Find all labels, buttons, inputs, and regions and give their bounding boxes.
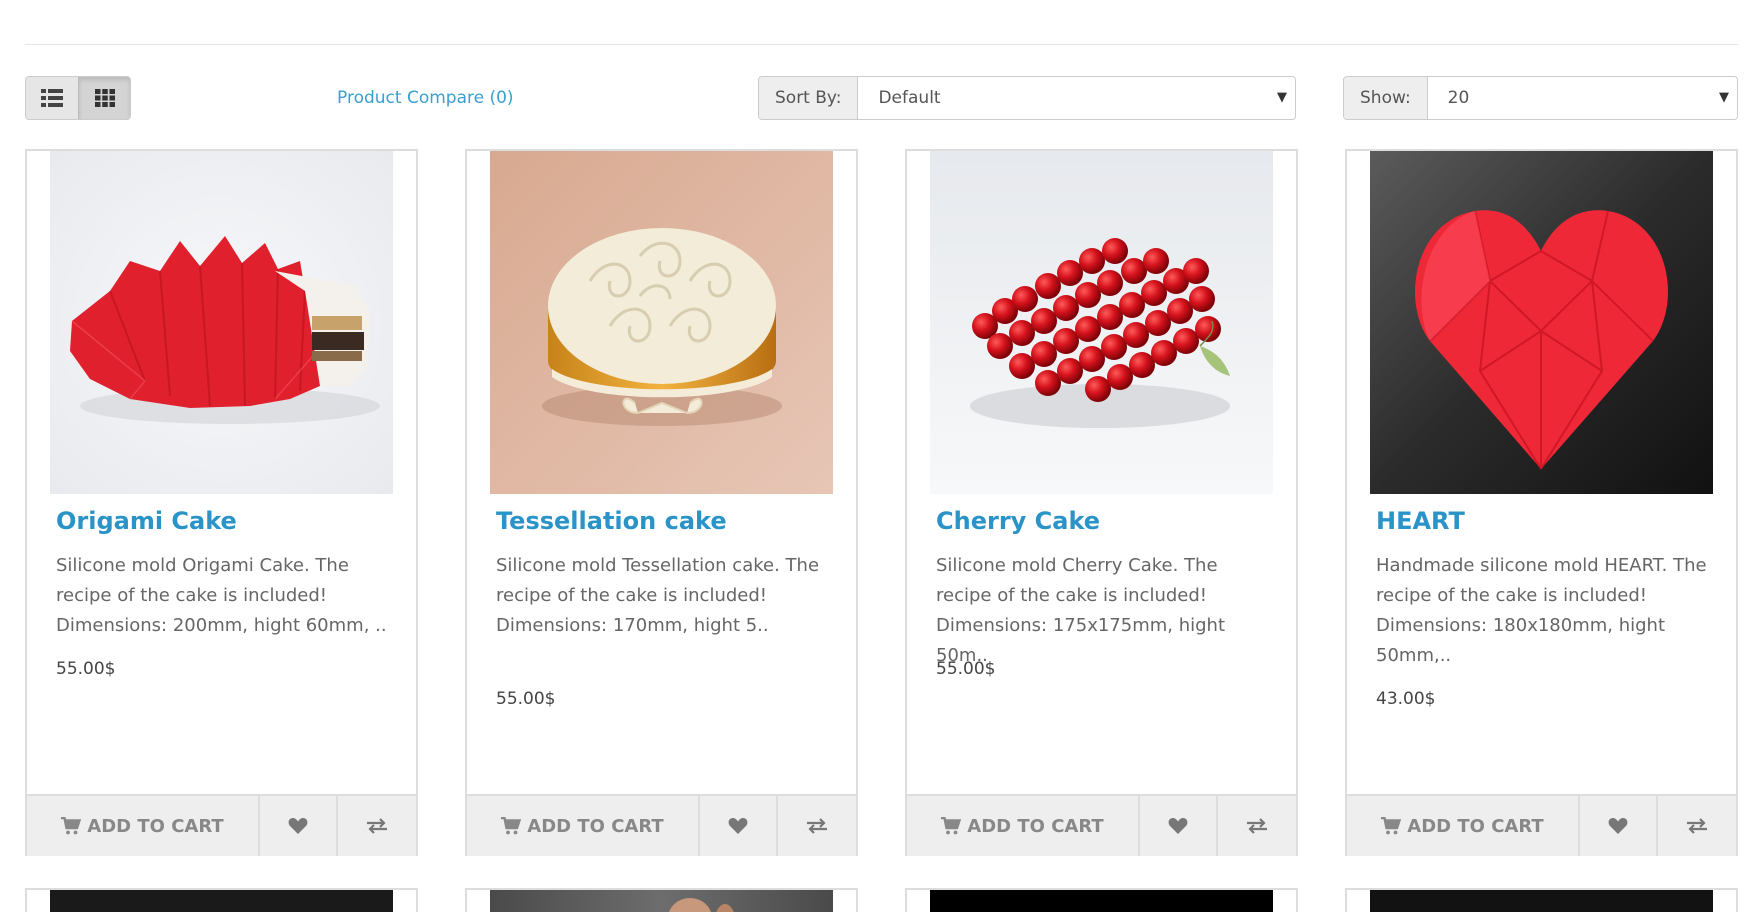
product-image-cherry-cake[interactable] [930,151,1273,494]
shopping-cart-icon [61,817,82,835]
product-card: Tessellation cake Silicone mold Tessella… [465,149,858,856]
shopping-cart-icon [1381,817,1402,835]
product-actions: ADD TO CART [467,794,856,856]
top-divider [25,44,1738,45]
add-to-wishlist-button[interactable] [1580,796,1658,856]
product-grid: Origami Cake Silicone mold Origami Cake.… [25,149,1738,912]
show-control: Show: 20 ▼ [1343,76,1738,120]
product-image-tessellation-cake[interactable] [490,151,833,494]
product-image-origami-cake[interactable] [50,151,393,494]
shopping-cart-icon [501,817,522,835]
add-to-cart-button[interactable]: ADD TO CART [27,796,260,856]
product-card: Cherry Cake Silicone mold Cherry Cake. T… [905,149,1298,856]
add-to-wishlist-button[interactable] [1140,796,1218,856]
exchange-icon [807,818,827,834]
product-description: Silicone mold Cherry Cake. The recipe of… [936,555,1226,666]
product-card-partial [25,888,418,912]
add-to-cart-label: ADD TO CART [967,815,1104,837]
view-toggle [25,76,131,120]
product-image[interactable] [930,890,1273,912]
shopping-cart-icon [941,817,962,835]
add-to-cart-button[interactable]: ADD TO CART [1347,796,1580,856]
product-description: Silicone mold Origami Cake. The recipe o… [56,555,387,636]
compare-button[interactable] [778,796,856,856]
exchange-icon [367,818,387,834]
product-name-link[interactable]: Cherry Cake [936,507,1100,535]
product-actions: ADD TO CART [1347,794,1736,856]
product-card-partial [465,888,858,912]
add-to-wishlist-button[interactable] [260,796,338,856]
add-to-cart-label: ADD TO CART [527,815,664,837]
chevron-down-icon: ▼ [1277,90,1287,105]
sort-select-value: Default [878,88,941,108]
product-description: Handmade silicone mold HEART. The recipe… [1376,555,1707,666]
list-view-button[interactable] [26,77,78,119]
product-price: 55.00$ [56,659,116,679]
grid-view-button[interactable] [78,77,130,119]
product-card: HEART Handmade silicone mold HEART. The … [1345,149,1738,856]
add-to-cart-button[interactable]: ADD TO CART [907,796,1140,856]
product-image[interactable] [50,890,393,912]
product-price: 55.00$ [496,689,556,709]
compare-button[interactable] [338,796,416,856]
grid-icon [94,89,115,107]
exchange-icon [1687,818,1707,834]
sort-select[interactable]: Default ▼ [858,77,1295,119]
product-name-link[interactable]: Origami Cake [56,507,237,535]
heart-icon [728,818,748,834]
chevron-down-icon: ▼ [1719,90,1729,105]
add-to-wishlist-button[interactable] [700,796,778,856]
product-card-partial [1345,888,1738,912]
product-card: Origami Cake Silicone mold Origami Cake.… [25,149,418,856]
product-price: 43.00$ [1376,689,1436,709]
compare-button[interactable] [1658,796,1736,856]
heart-icon [1608,818,1628,834]
heart-icon [288,818,308,834]
product-card-partial [905,888,1298,912]
compare-button[interactable] [1218,796,1296,856]
sort-label: Sort By: [759,77,859,119]
product-actions: ADD TO CART [27,794,416,856]
show-select-value: 20 [1447,88,1470,108]
product-price: 55.00$ [936,659,996,679]
sort-control: Sort By: Default ▼ [758,76,1296,120]
exchange-icon [1247,818,1267,834]
show-label: Show: [1344,77,1428,119]
show-select[interactable]: 20 ▼ [1427,77,1737,119]
product-image[interactable] [490,890,833,912]
product-compare-link[interactable]: Product Compare (0) [337,88,514,108]
product-name-link[interactable]: Tessellation cake [496,507,727,535]
product-image-heart[interactable] [1370,151,1713,494]
product-actions: ADD TO CART [907,794,1296,856]
add-to-cart-label: ADD TO CART [1407,815,1544,837]
product-image[interactable] [1370,890,1713,912]
product-name-link[interactable]: HEART [1376,507,1465,535]
add-to-cart-label: ADD TO CART [87,815,224,837]
heart-icon [1168,818,1188,834]
product-description: Silicone mold Tessellation cake. The rec… [496,555,820,636]
add-to-cart-button[interactable]: ADD TO CART [467,796,700,856]
list-icon [41,89,63,107]
